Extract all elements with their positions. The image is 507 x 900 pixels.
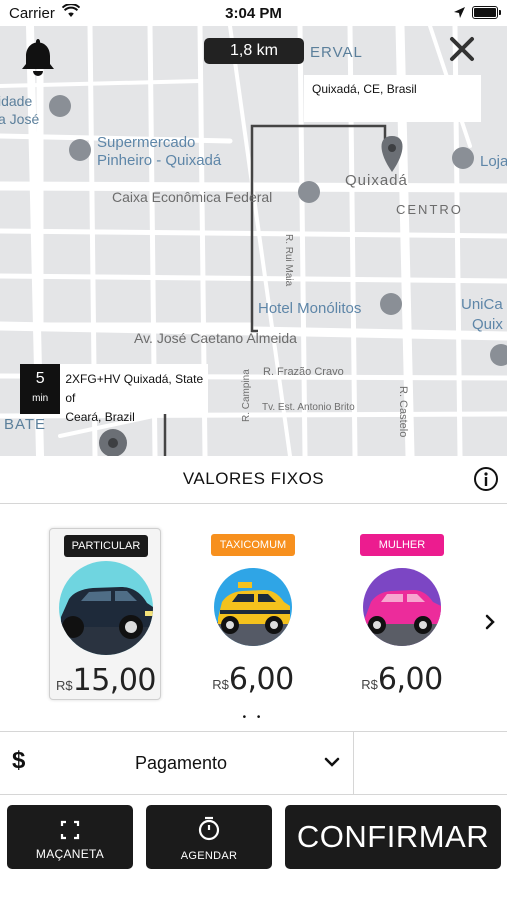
map-label: Quixadá [345,172,408,189]
currency-label: R$ [212,677,229,692]
bell-icon[interactable] [20,37,56,77]
fixed-values-title: VALORES FIXOS [182,469,325,488]
map-label: Quix [472,316,503,333]
option-particular[interactable]: PARTICULAR R$15,00 [49,528,161,700]
dark-car-illustration [59,587,153,655]
price-value: 15,00 [72,663,157,698]
option-price: R$6,00 [197,662,309,697]
battery-icon [472,6,498,19]
bank-pin-icon [298,181,320,203]
info-icon[interactable] [473,466,499,492]
school-pin-icon [490,344,507,366]
payment-label: Pagamento [135,753,228,773]
origin-callout[interactable]: 5 min 2XFG+HV Quixadá, State of Ceará, B… [20,364,208,424]
map-label: Hotel Monólitos [258,300,362,317]
handle-label: MAÇANETA [35,847,105,861]
origin-address-line1: 2XFG+HV Quixadá, State of [65,372,204,405]
handle-button[interactable]: MAÇANETA [7,805,133,869]
shop-pin-icon [452,147,474,169]
origin-address-line2: Ceará, Brazil [65,410,135,424]
map-label: BATE [4,416,47,433]
pagination-dots: • • [242,712,265,723]
origin-address: 2XFG+HV Quixadá, State of Ceará, Brazil [60,364,208,424]
map-label: a José [0,111,40,127]
pink-car-illustration [363,590,441,646]
divider [353,732,354,794]
distance-badge: 1,8 km [204,38,304,64]
price-value: 6,00 [377,662,443,697]
map-label: ERVAL [310,44,363,61]
option-mulher[interactable]: MULHER R$6,00 [346,528,458,700]
dollar-icon: $ [12,747,26,774]
option-taxicomum[interactable]: TAXICOMUM R$6,00 [197,528,309,700]
map-label: R. Campina [241,369,252,422]
map-label: Supermercado [97,134,196,151]
option-price: R$6,00 [346,662,458,697]
eta-badge: 5 min [20,364,61,414]
option-tag: TAXICOMUM [211,534,295,556]
chevron-down-icon[interactable] [324,756,340,768]
status-bar: Carrier 3:04 PM [0,0,507,26]
option-tag: MULHER [360,534,444,556]
map-label: R. Rui Maia [283,234,294,287]
map-label: Caixa Econômica Federal [112,189,273,205]
map-label: Pinheiro - Quixadá [97,152,222,169]
fixed-values-header: VALORES FIXOS [0,456,507,504]
stopwatch-icon [198,816,220,841]
option-price: R$15,00 [50,663,162,698]
expand-icon [60,820,80,840]
hospital-pin-icon [49,95,71,117]
map-label: UniCa [461,296,503,313]
map-label: idade [0,93,33,109]
location-arrow-icon [454,7,465,18]
hotel-pin-icon [380,293,402,315]
chevron-right-icon[interactable] [484,613,496,631]
currency-label: R$ [361,677,378,692]
option-tag: PARTICULAR [64,535,148,557]
women-car-icon [363,568,441,646]
taxi-illustration [214,582,292,646]
action-bar: MAÇANETA AGENDAR CONFIRMAR [0,796,507,900]
battery-tip [499,10,501,15]
clock: 3:04 PM [225,5,282,22]
shopping-cart-icon [69,139,91,161]
price-value: 6,00 [228,662,294,697]
particular-car-icon [59,561,153,655]
map-label: CENTRO [396,202,463,217]
destination-callout[interactable]: Quixadá, CE, Brasil [304,75,481,122]
schedule-label: AGENDAR [180,850,238,862]
schedule-button[interactable]: AGENDAR [146,805,272,869]
currency-label: R$ [55,678,73,693]
destination-address: Quixadá, CE, Brasil [312,82,417,96]
close-icon[interactable] [448,35,476,63]
map-label: Loja [480,153,507,170]
taxi-car-icon [214,568,292,646]
map-label: Av. José Caetano Almeida [134,330,297,346]
eta-value: 5 [35,370,45,387]
eta-unit: min [32,393,49,404]
map-label: Tv. Est. Antonio Brito [262,402,355,413]
confirm-button[interactable]: CONFIRMAR [285,805,501,869]
map-label: R. Frazão Cravo [263,366,344,378]
map-label: R. Castelo [397,386,409,438]
ride-options: PARTICULAR R$15,00 TAXICOMUM R$6,00 MULH… [0,505,507,730]
payment-selector[interactable]: $ Pagamento [0,731,507,795]
confirm-label: CONFIRMAR [296,819,490,854]
